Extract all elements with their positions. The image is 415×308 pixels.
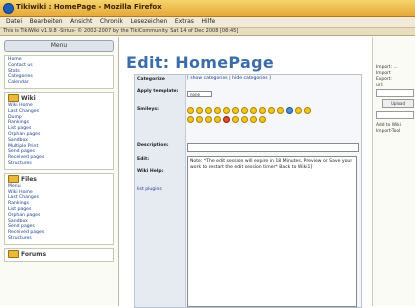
smiley-icon[interactable] (250, 107, 257, 114)
top-info-bar: This is TikiWiki v1.9.8 -Sirius- © 2002-… (0, 28, 415, 36)
window-titlebar: Tikiwiki : HomePage - Mozilla Firefox (0, 0, 415, 17)
sidebar-wiki-title[interactable]: Wiki (8, 94, 110, 103)
edit-form: Categorize Apply template: Smileys: Desc… (134, 74, 362, 308)
sidebar-top-links: Home Contact us Stats Categories Calenda… (4, 55, 114, 89)
smiley-icon[interactable] (250, 116, 257, 123)
edit-label: Edit: (137, 157, 150, 162)
smiley-icon[interactable] (223, 116, 230, 123)
main-content: Edit: HomePage Categorize Apply template… (120, 37, 368, 308)
import-label: Import: ... (376, 65, 398, 70)
import-tool-text: Import-Tool (376, 129, 401, 134)
menu-history[interactable]: Chronik (100, 18, 123, 25)
sidebar-forums-block: Forums (4, 247, 114, 262)
smiley-icon[interactable] (205, 116, 212, 123)
smiley-icon[interactable] (268, 107, 275, 114)
smiley-icon[interactable] (187, 107, 194, 114)
left-sidebar: Menu Home Contact us Stats Categories Ca… (0, 37, 119, 306)
category-toggle-links[interactable]: [ show categories | hide categories ] (187, 76, 271, 81)
smiley-icon[interactable] (205, 107, 212, 114)
sidebar-files-link[interactable]: Structures (8, 236, 110, 242)
smiley-icon[interactable] (241, 116, 248, 123)
smiley-icon[interactable] (214, 107, 221, 114)
sidebar-link-calendar[interactable]: Calendar (8, 80, 110, 86)
url-input[interactable] (376, 89, 414, 97)
folder-icon (8, 250, 19, 259)
menu-bar: Datei Bearbeiten Ansicht Chronik Lesezei… (0, 17, 415, 28)
right-panel-input[interactable] (376, 111, 414, 119)
sidebar-menu-title: Menu (4, 40, 114, 52)
import-line: Import (376, 71, 391, 76)
description-label: Description: (137, 143, 169, 148)
sidebar-files-block: Files Menu Wiki Home Last Changes Rankin… (4, 172, 114, 245)
smiley-icon[interactable] (187, 116, 194, 123)
smiley-icon[interactable] (232, 107, 239, 114)
wiki-help-label[interactable]: Wiki Help: (137, 169, 164, 175)
page-title: Edit: HomePage (126, 53, 274, 72)
apply-template-label: Apply template: (137, 89, 179, 94)
smiley-palette (187, 107, 317, 137)
smiley-icon[interactable] (223, 107, 230, 114)
smiley-icon[interactable] (214, 116, 221, 123)
smiley-icon[interactable] (286, 107, 293, 114)
categorize-label: Categorize (137, 77, 165, 82)
edit-textarea[interactable]: Note: *The edit session will expire in 1… (187, 156, 357, 307)
sidebar-wiki-link[interactable]: Structures (8, 161, 110, 167)
smiley-icon[interactable] (259, 107, 266, 114)
list-plugins-link[interactable]: list plugins (137, 187, 162, 192)
smiley-icon[interactable] (196, 116, 203, 123)
sidebar-forums-title[interactable]: Forums (8, 250, 110, 259)
upload-button[interactable]: Upload (382, 99, 414, 108)
folder-icon (8, 94, 19, 103)
smiley-icon[interactable] (196, 107, 203, 114)
smiley-icon[interactable] (304, 107, 311, 114)
smiley-icon[interactable] (295, 107, 302, 114)
folder-icon (8, 175, 19, 184)
label-column: Categorize Apply template: Smileys: Desc… (135, 75, 186, 307)
window-title: Tikiwiki : HomePage - Mozilla Firefox (16, 3, 162, 11)
description-input[interactable] (187, 143, 359, 152)
add-to-wiki-text: Add to Wiki (376, 123, 401, 128)
sidebar-wiki-block: Wiki Wiki Home Last Changes Dump Ranking… (4, 91, 114, 170)
menu-view[interactable]: Ansicht (70, 18, 92, 25)
export-label: Export: (376, 77, 392, 82)
menu-bookmarks[interactable]: Lesezeichen (130, 18, 167, 25)
template-select[interactable]: none (187, 91, 212, 97)
smiley-icon[interactable] (277, 107, 284, 114)
menu-edit[interactable]: Bearbeiten (30, 18, 63, 25)
smiley-icon[interactable] (259, 116, 266, 123)
menu-help[interactable]: Hilfe (201, 18, 215, 25)
smileys-label: Smileys: (137, 107, 159, 112)
menu-tools[interactable]: Extras (175, 18, 194, 25)
url-label: url: (376, 83, 384, 88)
field-column: [ show categories | hide categories ] no… (187, 75, 361, 307)
app-logo-icon (3, 3, 14, 14)
right-panel: Import: ... Import Export: url: Upload A… (372, 37, 415, 306)
smiley-icon[interactable] (241, 107, 248, 114)
smiley-icon[interactable] (232, 116, 239, 123)
menu-file[interactable]: Datei (6, 18, 22, 25)
sidebar-files-title[interactable]: Files (8, 175, 110, 184)
